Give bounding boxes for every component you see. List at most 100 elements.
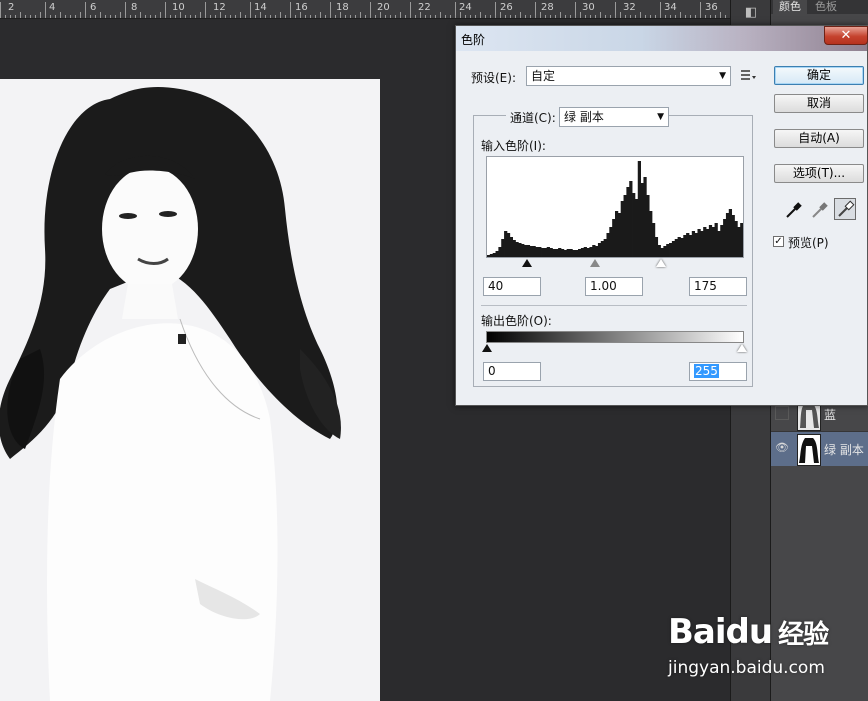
histogram-bar (714, 223, 718, 257)
ruler-number: 18 (336, 2, 349, 13)
layer-name[interactable]: 蓝 (824, 406, 836, 423)
ruler-tick (165, 2, 166, 18)
gray-eyedropper-icon[interactable] (808, 199, 830, 221)
ruler-tick (715, 15, 716, 18)
histogram-bar (725, 213, 730, 257)
channel-select[interactable]: 绿 副本 ▼ (559, 107, 669, 127)
histogram-bar (597, 243, 602, 257)
ruler-tick (215, 15, 216, 18)
ruler-tick (175, 15, 176, 18)
output-levels-label: 输出色阶(O): (481, 314, 552, 328)
ruler-number: 24 (459, 2, 472, 13)
output-black-field[interactable]: 0 (483, 362, 541, 381)
ruler-tick (120, 12, 121, 18)
histogram-bar (538, 247, 542, 257)
document-canvas-image[interactable] (0, 79, 380, 701)
ruler-tick (10, 15, 11, 18)
histogram-bar (558, 248, 562, 257)
histogram (486, 156, 744, 258)
tab-color[interactable]: 颜色 (773, 0, 807, 14)
ruler-tick (405, 15, 406, 18)
histogram-bar (632, 193, 636, 257)
output-white-field[interactable]: 255 (689, 362, 747, 381)
cancel-button[interactable]: 取消 (774, 94, 864, 113)
ruler-tick (40, 12, 41, 18)
histogram-bar (489, 254, 494, 257)
histogram-bar (663, 246, 667, 257)
white-eyedropper-icon[interactable] (834, 198, 856, 220)
histogram-bar (677, 237, 681, 257)
ruler-number: 20 (377, 2, 390, 13)
output-white-slider[interactable] (737, 344, 747, 352)
auto-button[interactable]: 自动(A) (774, 129, 864, 148)
color-panel-icon[interactable]: ◧ (739, 2, 763, 24)
tab-swatches[interactable]: 色板 (809, 0, 843, 14)
ruler-tick (190, 15, 191, 18)
ruler-tick (545, 15, 546, 18)
ruler-tick (345, 15, 346, 18)
input-black-field[interactable]: 40 (483, 277, 541, 296)
ruler-tick (630, 15, 631, 18)
watermark-brand: Baidu (668, 612, 773, 652)
histogram-bar (651, 223, 656, 257)
output-black-slider[interactable] (482, 344, 492, 352)
channel-label: 通道(C): (506, 109, 560, 126)
histogram-bar (617, 213, 622, 257)
preview-checkbox[interactable]: ✓ (773, 236, 784, 247)
ruler-tick (0, 2, 1, 18)
histogram-bar (600, 241, 605, 257)
dialog-titlebar[interactable]: 色阶 (456, 26, 867, 51)
ruler-tick (650, 15, 651, 18)
black-eyedropper-icon[interactable] (782, 199, 804, 221)
input-black-slider[interactable] (522, 259, 532, 267)
preset-options-icon[interactable] (740, 68, 756, 82)
histogram-bar (646, 195, 650, 257)
input-gamma-slider[interactable] (590, 259, 600, 267)
ruler-tick (680, 12, 681, 18)
histogram-bar (703, 227, 707, 257)
ruler-tick (285, 15, 286, 18)
preset-select[interactable]: 自定 ▼ (526, 66, 731, 86)
histogram-bar (683, 235, 687, 257)
ruler-tick (450, 15, 451, 18)
chevron-down-icon: ▼ (719, 71, 726, 81)
close-button[interactable]: ✕ (824, 26, 868, 45)
histogram-bar (575, 250, 579, 257)
input-white-slider[interactable] (656, 259, 666, 267)
histogram-bar (541, 248, 545, 257)
histogram-bar (623, 195, 627, 257)
histogram-bar (580, 248, 585, 257)
histogram-bar (509, 237, 513, 257)
ruler-tick (50, 15, 51, 18)
watermark-suffix: 经验 (778, 620, 829, 650)
input-white-field[interactable]: 175 (689, 277, 747, 296)
input-gamma-field[interactable]: 1.00 (585, 277, 643, 296)
histogram-bar (711, 227, 715, 257)
ok-button[interactable]: 确定 (774, 66, 864, 85)
layer-name[interactable]: 绿 副本 (824, 441, 864, 458)
ruler-tick (590, 15, 591, 18)
ruler-tick (415, 15, 416, 18)
eye-icon[interactable]: 👁 (775, 441, 789, 455)
histogram-bar (691, 231, 696, 257)
ruler-tick (525, 15, 526, 18)
histogram-bar (643, 177, 647, 257)
ruler-tick (310, 15, 311, 18)
layer-row-green-copy[interactable]: 👁 绿 副本 (771, 431, 868, 466)
ruler-tick (620, 12, 621, 18)
histogram-bar (512, 240, 516, 257)
ruler-tick (615, 2, 616, 18)
ruler-tick (105, 15, 106, 18)
options-button[interactable]: 选项(T)... (774, 164, 864, 183)
histogram-bar (720, 225, 724, 257)
ruler-tick (410, 2, 411, 18)
ruler-tick (585, 15, 586, 18)
horizontal-ruler[interactable]: 2 4 6 8 10 12 14 16 18 20 22 24 26 28 30 32 34 36 (0, 0, 730, 19)
ruler-tick (315, 15, 316, 18)
histogram-bar (657, 245, 661, 257)
visibility-toggle[interactable] (775, 406, 789, 420)
histogram-bar (740, 223, 743, 257)
ruler-tick (395, 15, 396, 18)
input-levels-label: 输入色阶(I): (481, 139, 546, 153)
selected-value: 255 (694, 364, 719, 378)
